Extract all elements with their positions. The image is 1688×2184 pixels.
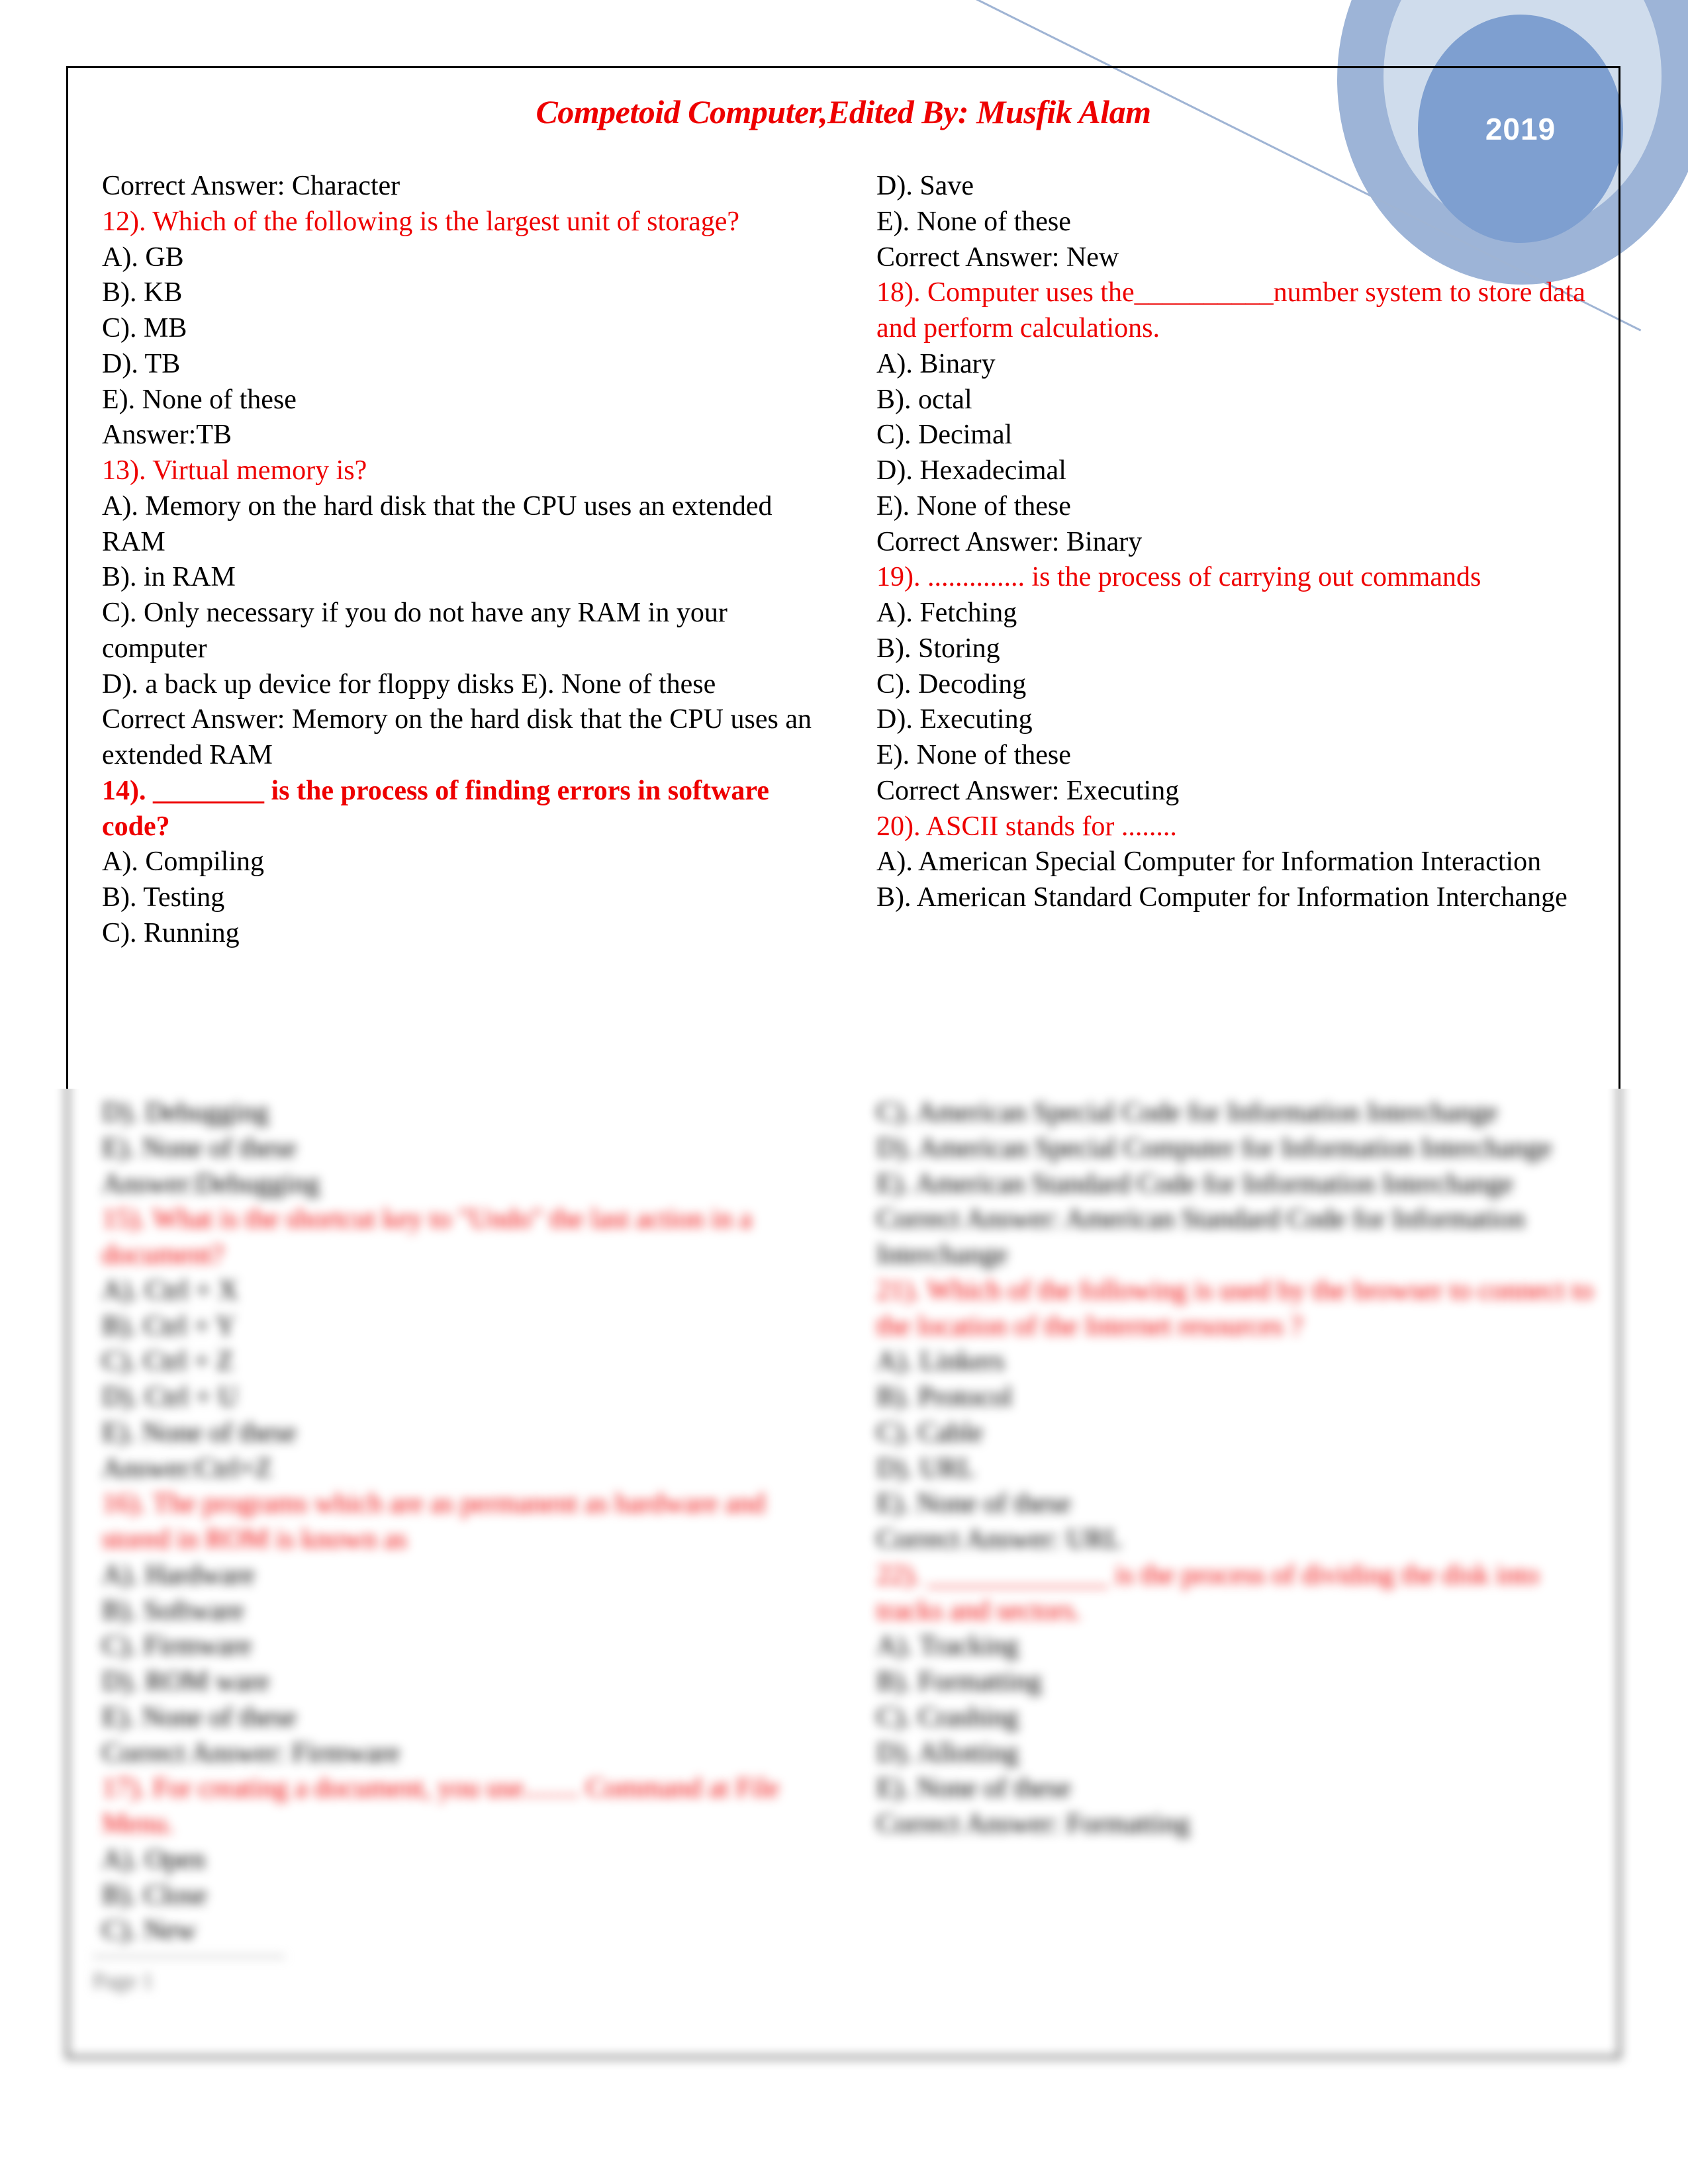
option-text: D). Debugging — [102, 1097, 269, 1128]
question-text: 18). Computer uses the__________number s… — [876, 277, 1593, 343]
footer-label: Page 1 — [93, 1969, 154, 1993]
right-column-sharp: D). Save E). None of these Correct Answer:… — [867, 169, 1602, 916]
answer-text: Correct Answer: URL — [876, 1524, 1122, 1555]
option-text: D). American Special Computer for Inform… — [876, 1132, 1552, 1163]
option-text: B). Testing — [102, 882, 225, 913]
option-text: A). Open — [102, 1844, 206, 1875]
footer-divider — [93, 1956, 285, 1958]
option-text: C). Ctrl + Z — [102, 1346, 234, 1377]
option-text: B). Protocol — [876, 1382, 1013, 1412]
option-text: E). None of these — [876, 740, 1071, 770]
option-text: C). Only necessary if you do not have an… — [102, 598, 735, 664]
question-text: 14). ________ is the process of finding … — [102, 775, 776, 842]
option-text: D). Executing — [876, 704, 1033, 735]
blurred-lower-section: D). Debugging E). None of these Answer:Deb… — [0, 1089, 1688, 2184]
question-text: 15). What is the shortcut key to "Undo" … — [102, 1204, 759, 1270]
option-text: A). Compiling — [102, 846, 265, 878]
option-text: E). None of these — [102, 1132, 297, 1163]
question-text: 17). For creating a document, you use...… — [102, 1773, 786, 1839]
question-text: 13). Virtual memory is? — [102, 455, 367, 486]
question-text: 16). The programs which are as permanent… — [102, 1488, 773, 1555]
option-text: B). Close — [102, 1880, 207, 1911]
option-text: C). Firmware — [102, 1631, 252, 1662]
option-text: C). Running — [102, 917, 240, 948]
option-text: E). None of these — [102, 1702, 297, 1733]
option-text: A). Memory on the hard disk that the CPU… — [102, 490, 779, 557]
option-text: C). Crashing — [876, 1702, 1019, 1733]
option-text: B). Software — [102, 1595, 244, 1626]
option-text: B). Ctrl + Y — [102, 1310, 236, 1342]
left-column-sharp: Correct Answer: Character 12). Which of t… — [93, 169, 827, 952]
answer-text: Correct Answer: Executing — [876, 775, 1180, 806]
option-text: C). Cable — [876, 1417, 983, 1448]
option-text: C). New — [102, 1915, 197, 1946]
answer-text: Answer:TB — [102, 420, 232, 451]
question-text: 12). Which of the following is the large… — [102, 206, 740, 237]
answer-text: Correct Answer: American Standard Code f… — [876, 1204, 1532, 1270]
option-text: E). American Standard Code for Informati… — [876, 1168, 1514, 1199]
answer-text: Correct Answer: Formatting — [876, 1809, 1190, 1839]
right-column-blurred: C). American Special Code for Informatio… — [867, 1095, 1602, 1843]
option-text: A). Fetching — [876, 598, 1017, 628]
option-text: D). ROM ware — [102, 1666, 270, 1697]
option-text: C). American Special Code for Informatio… — [876, 1097, 1498, 1128]
answer-text: Correct Answer: Memory on the hard disk … — [102, 704, 819, 770]
option-text: E). None of these — [102, 384, 297, 415]
option-text: D). TB — [102, 348, 181, 379]
option-text: D). Allotting — [876, 1737, 1019, 1768]
answer-text: Correct Answer: New — [876, 242, 1119, 273]
option-text: A). GB — [102, 242, 184, 273]
option-text: A). Linkers — [876, 1346, 1005, 1377]
question-text: 20). ASCII stands for ........ — [876, 811, 1177, 842]
document-header: Competoid Computer,Edited By: Musfik Ala… — [66, 93, 1620, 131]
option-text: D). a back up device for floppy disks E)… — [102, 668, 716, 700]
question-text: 21). Which of the following is used by t… — [876, 1275, 1601, 1342]
option-text: C). Decoding — [876, 668, 1027, 700]
option-text: B). American Standard Computer for Infor… — [876, 882, 1568, 913]
answer-text: Correct Answer: Firmware — [102, 1737, 400, 1768]
option-text: B). octal — [876, 384, 972, 415]
option-text: C). Decimal — [876, 420, 1013, 451]
option-text: A). Binary — [876, 348, 996, 379]
option-text: A). Tracking — [876, 1631, 1019, 1662]
option-text: B). Formatting — [876, 1666, 1042, 1697]
answer-text: Correct Answer: Binary — [876, 526, 1143, 557]
question-text: 19). .............. is the process of ca… — [876, 562, 1481, 593]
option-text: D). Ctrl + U — [102, 1382, 238, 1412]
option-text: A). Hardware — [102, 1559, 255, 1590]
option-text: A). Ctrl + X — [102, 1275, 238, 1306]
option-text: B). in RAM — [102, 562, 236, 593]
quiz-content-sharp: Correct Answer: Character 12). Which of t… — [93, 169, 1609, 952]
option-text: D). Save — [876, 171, 974, 201]
option-text: D). URL — [876, 1453, 976, 1484]
option-text: B). KB — [102, 277, 183, 308]
option-text: E). None of these — [102, 1417, 297, 1448]
option-text: B). Storing — [876, 633, 1000, 664]
option-text: C). MB — [102, 313, 187, 343]
option-text: D). Hexadecimal — [876, 455, 1066, 486]
page-title: Competoid Computer,Edited By: Musfik Ala… — [536, 93, 1151, 130]
answer-text: Answer:Ctrl+Z — [102, 1453, 272, 1484]
option-text: A). American Special Computer for Inform… — [876, 846, 1542, 878]
answer-text: Answer:Debugging — [102, 1168, 320, 1199]
option-text: E). None of these — [876, 1773, 1071, 1804]
left-column-blurred: D). Debugging E). None of these Answer:Deb… — [93, 1095, 827, 1949]
question-text: 22). _____________ is the process of div… — [876, 1559, 1546, 1626]
option-text: E). None of these — [876, 1488, 1071, 1520]
option-text: E). None of these — [876, 206, 1071, 237]
answer-text: Correct Answer: Character — [102, 171, 400, 201]
option-text: E). None of these — [876, 490, 1071, 522]
